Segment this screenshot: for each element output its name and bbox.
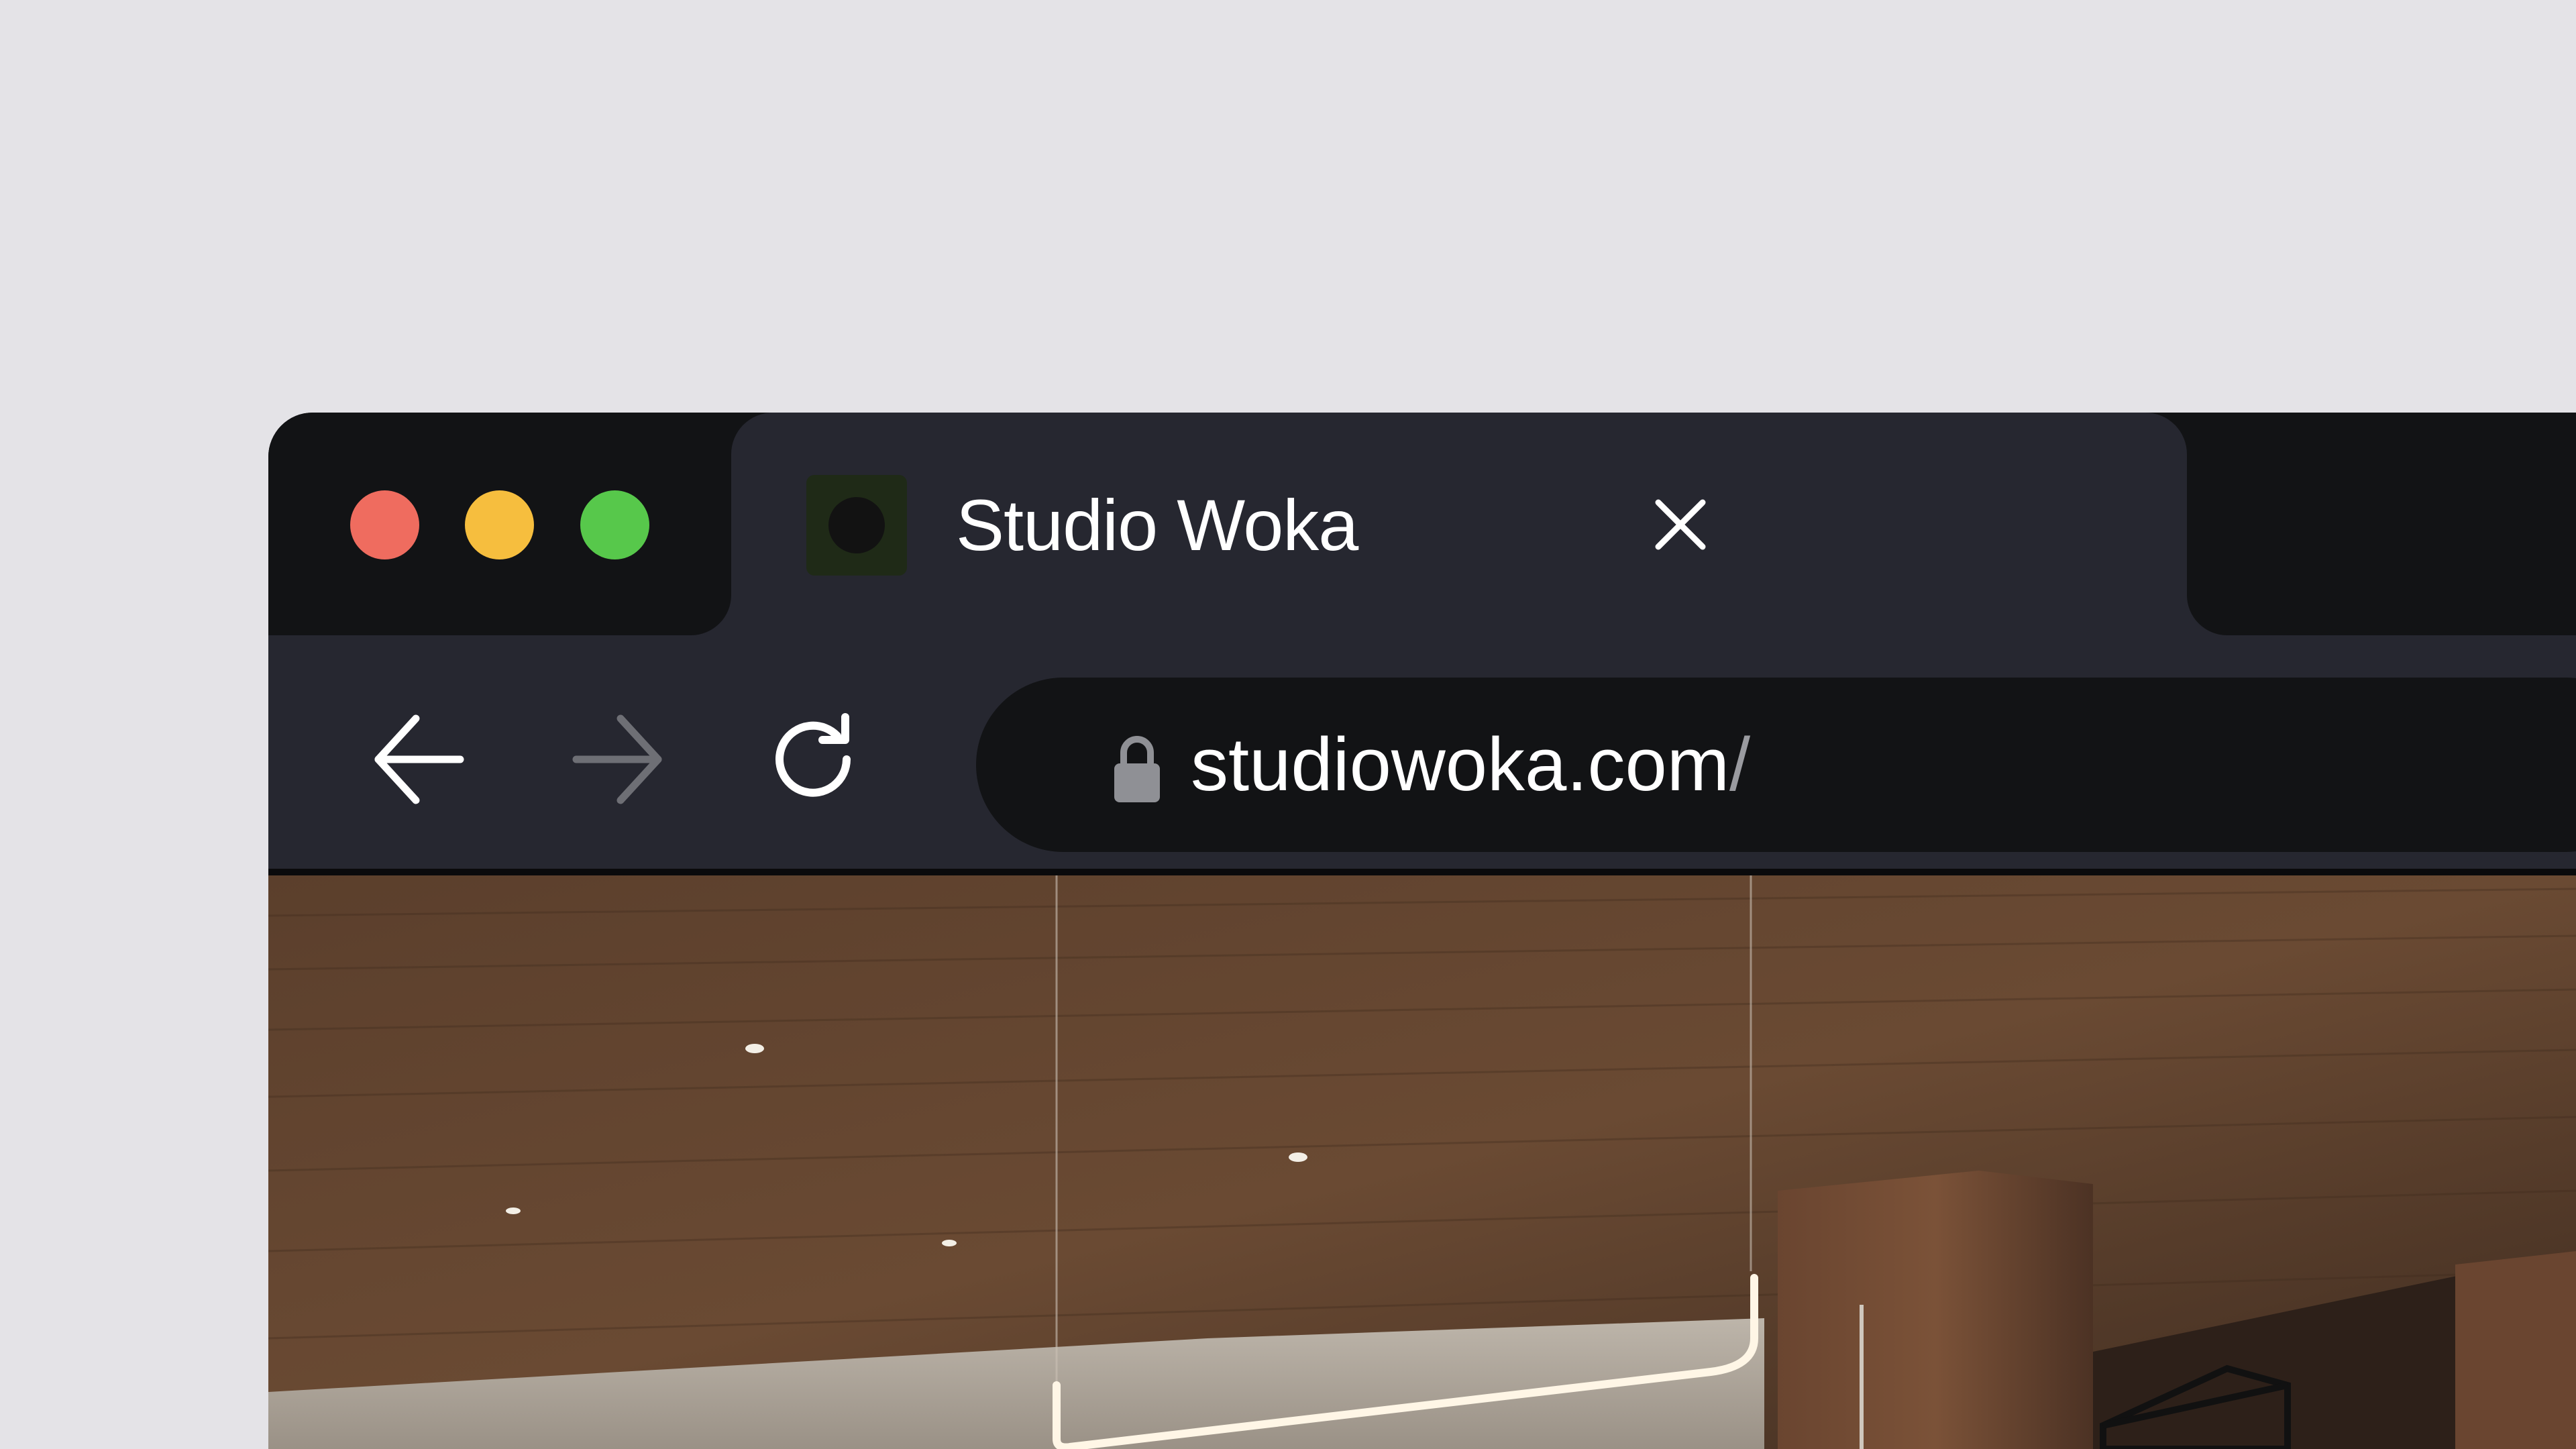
studio-woka-logo-icon bbox=[806, 475, 907, 576]
navigation-toolbar: studiowoka.com/ bbox=[268, 635, 2576, 869]
url-text[interactable]: studiowoka.com/ bbox=[1191, 718, 1750, 812]
tab-curve-right bbox=[2187, 595, 2227, 635]
close-icon[interactable] bbox=[1650, 494, 1711, 555]
lock-icon bbox=[1114, 736, 1160, 802]
title-bar: Studio Woka bbox=[268, 413, 2576, 635]
tab-title: Studio Woka bbox=[956, 484, 1358, 566]
toolbar-divider bbox=[268, 869, 2576, 875]
window-close-button[interactable] bbox=[350, 490, 419, 559]
hero-image bbox=[268, 875, 2576, 1449]
tab-curve-left bbox=[691, 595, 731, 635]
arrow-left-icon[interactable] bbox=[369, 709, 470, 810]
url-path: / bbox=[1729, 722, 1751, 806]
arrow-right-icon[interactable] bbox=[567, 709, 667, 810]
interior-photo bbox=[268, 875, 2576, 1449]
tab-studio-woka[interactable]: Studio Woka bbox=[731, 413, 2187, 635]
reload-icon[interactable] bbox=[765, 709, 865, 810]
browser-window: Studio Woka studiowoka.com/ bbox=[268, 413, 2576, 1449]
window-minimize-button[interactable] bbox=[465, 490, 534, 559]
address-bar[interactable]: studiowoka.com/ bbox=[976, 678, 2576, 852]
favicon-dot bbox=[828, 497, 885, 553]
url-domain: studiowoka.com bbox=[1191, 722, 1730, 806]
window-maximize-button[interactable] bbox=[580, 490, 649, 559]
